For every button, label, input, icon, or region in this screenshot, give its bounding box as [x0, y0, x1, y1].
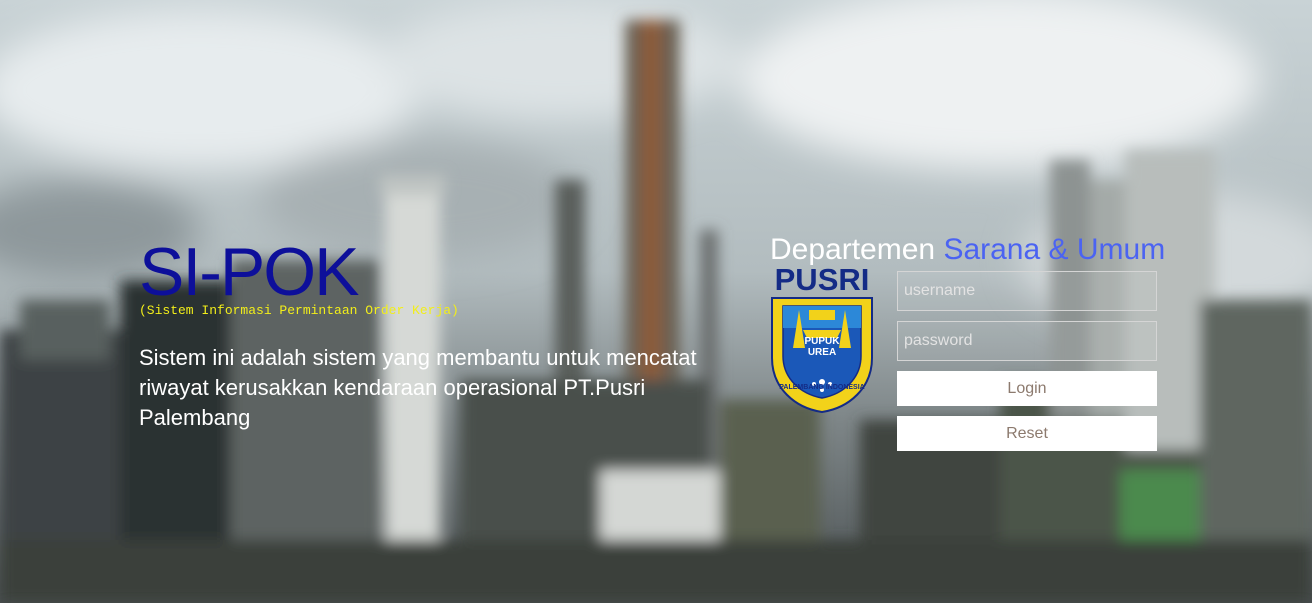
- app-description: Sistem ini adalah sistem yang membantu u…: [139, 345, 697, 430]
- app-title: SI-POK: [139, 234, 359, 310]
- password-input[interactable]: [897, 321, 1157, 361]
- logo-shield-line1: PUPUK: [804, 336, 840, 347]
- department-name: Sarana & Umum: [943, 233, 1166, 266]
- pusri-logo: PUSRI PUPUK UREA PALEMBANG INDONESIA: [769, 264, 875, 414]
- reset-button[interactable]: Reset: [897, 416, 1157, 451]
- logo-wordmark: PUSRI: [774, 262, 870, 297]
- logo-shield-line2: UREA: [807, 347, 837, 358]
- logo-ring-text: PALEMBANG INDONESIA: [779, 384, 865, 391]
- app-subtitle: (Sistem Informasi Permintaan Order Kerja…: [139, 303, 459, 318]
- login-button[interactable]: Login: [897, 371, 1157, 406]
- username-input[interactable]: [897, 271, 1157, 311]
